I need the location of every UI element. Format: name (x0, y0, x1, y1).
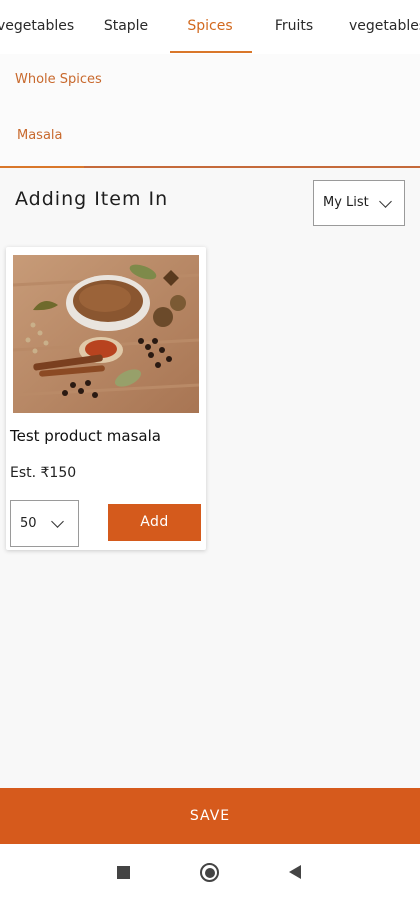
list-dropdown[interactable]: My List (313, 180, 405, 226)
tab-vegetables-2[interactable]: vegetables (349, 0, 420, 52)
quantity-dropdown[interactable]: 50 (10, 500, 79, 547)
chevron-down-icon (51, 515, 64, 528)
active-tab-indicator (170, 51, 252, 53)
tab-fruits[interactable]: Fruits (270, 0, 318, 52)
page-title: Adding Item In (15, 188, 169, 210)
subcategory-label: Whole Spices (15, 72, 102, 87)
back-icon[interactable] (289, 865, 301, 879)
product-image (13, 255, 199, 413)
chevron-down-icon (379, 195, 392, 208)
add-button[interactable]: Add (108, 504, 201, 541)
system-nav-bar (0, 844, 420, 900)
spices-photo-icon (13, 255, 199, 413)
list-dropdown-value: My List (323, 195, 369, 210)
subcategory-label: Masala (17, 128, 63, 143)
save-button[interactable]: SAVE (0, 788, 420, 844)
tab-spices[interactable]: Spices (182, 0, 238, 52)
subcategory-row-masala[interactable]: Masala (0, 110, 420, 168)
tab-vegetables[interactable]: vegetables (0, 0, 74, 52)
subcategory-row-whole-spices[interactable]: Whole Spices (0, 54, 420, 112)
tab-staple[interactable]: Staple (100, 0, 152, 52)
recent-apps-icon[interactable] (117, 866, 130, 879)
product-name: Test product masala (10, 427, 161, 445)
home-icon[interactable] (200, 863, 219, 882)
quantity-value: 50 (20, 516, 37, 531)
product-card: Test product masala Est. ₹150 50 Add (6, 247, 206, 550)
product-price: Est. ₹150 (10, 465, 77, 481)
list-heading-row: Adding Item In My List (0, 168, 420, 238)
category-tab-bar: vegetables Staple Spices Fruits vegetabl… (0, 0, 420, 55)
